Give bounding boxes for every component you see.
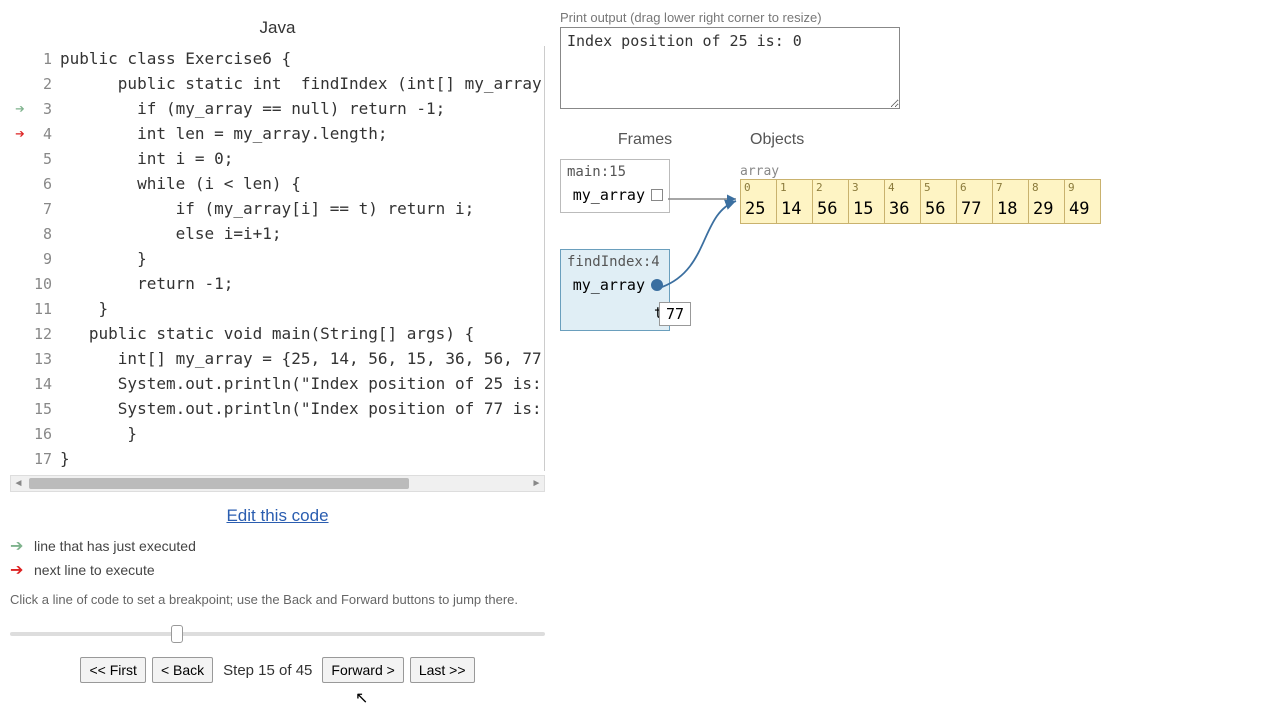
pointer-dot-icon bbox=[651, 279, 663, 291]
array-cell: 949 bbox=[1065, 180, 1101, 224]
visualization-area: main:15 my_array findIndex:4 my_array t … bbox=[560, 159, 1270, 459]
code-line[interactable]: 5 int i = 0; bbox=[10, 146, 544, 171]
scroll-left-icon[interactable]: ◄ bbox=[11, 476, 26, 491]
array-cell: 829 bbox=[1029, 180, 1065, 224]
frame-find-title: findIndex:4 bbox=[567, 254, 663, 270]
slider-thumb[interactable] bbox=[171, 625, 183, 643]
edit-code-link[interactable]: Edit this code bbox=[226, 506, 328, 525]
array-cell: 025 bbox=[741, 180, 777, 224]
step-slider[interactable] bbox=[10, 623, 545, 643]
breakpoint-hint: Click a line of code to set a breakpoint… bbox=[10, 592, 545, 607]
array-cell: 256 bbox=[813, 180, 849, 224]
pointer-dot-icon bbox=[651, 189, 663, 201]
language-header: Java bbox=[10, 10, 545, 46]
code-line[interactable]: 14 System.out.println("Index position of… bbox=[10, 371, 544, 396]
step-counter: Step 15 of 45 bbox=[219, 662, 316, 679]
frame-main-var: my_array bbox=[573, 186, 645, 204]
array-cell: 718 bbox=[993, 180, 1029, 224]
t-value-box: 77 bbox=[659, 302, 691, 326]
code-line[interactable]: 12 public static void main(String[] args… bbox=[10, 321, 544, 346]
code-line[interactable]: 16 } bbox=[10, 421, 544, 446]
array-label: array bbox=[740, 164, 779, 179]
code-line[interactable]: 13 int[] my_array = {25, 14, 56, 15, 36,… bbox=[10, 346, 544, 371]
code-line[interactable]: 10 return -1; bbox=[10, 271, 544, 296]
frame-findindex: findIndex:4 my_array t 77 bbox=[560, 249, 670, 331]
array-cell: 436 bbox=[885, 180, 921, 224]
forward-button[interactable]: Forward > bbox=[322, 657, 403, 683]
array-object: 025114256315436556677718829949 bbox=[740, 179, 1101, 224]
frame-main: main:15 my_array bbox=[560, 159, 670, 213]
frame-main-title: main:15 bbox=[567, 164, 663, 180]
code-listing[interactable]: 1public class Exercise6 {2 public static… bbox=[10, 46, 545, 471]
objects-header: Objects bbox=[730, 131, 804, 149]
code-line[interactable]: 6 while (i < len) { bbox=[10, 171, 544, 196]
frame-find-var1: my_array bbox=[573, 276, 645, 294]
code-line[interactable]: 9 } bbox=[10, 246, 544, 271]
code-line[interactable]: 1public class Exercise6 { bbox=[10, 46, 544, 71]
code-line[interactable]: ➔3 if (my_array == null) return -1; bbox=[10, 96, 544, 121]
array-cell: 677 bbox=[957, 180, 993, 224]
code-line[interactable]: 17} bbox=[10, 446, 544, 471]
prev-line-arrow-icon: ➔ bbox=[10, 536, 28, 556]
code-line[interactable]: 2 public static int findIndex (int[] my_… bbox=[10, 71, 544, 96]
array-cell: 114 bbox=[777, 180, 813, 224]
array-cell: 315 bbox=[849, 180, 885, 224]
prev-line-legend: line that has just executed bbox=[34, 538, 196, 554]
next-line-arrow-icon: ➔ bbox=[10, 560, 28, 580]
next-line-legend: next line to execute bbox=[34, 562, 155, 578]
back-button[interactable]: < Back bbox=[152, 657, 213, 683]
code-line[interactable]: 15 System.out.println("Index position of… bbox=[10, 396, 544, 421]
code-line[interactable]: 7 if (my_array[i] == t) return i; bbox=[10, 196, 544, 221]
code-line[interactable]: 8 else i=i+1; bbox=[10, 221, 544, 246]
code-line[interactable]: 11 } bbox=[10, 296, 544, 321]
code-line[interactable]: ➔4 int len = my_array.length; bbox=[10, 121, 544, 146]
last-button[interactable]: Last >> bbox=[410, 657, 475, 683]
scroll-right-icon[interactable]: ► bbox=[529, 476, 544, 491]
code-horizontal-scrollbar[interactable]: ◄ ► bbox=[10, 475, 545, 492]
output-box[interactable]: Index position of 25 is: 0 bbox=[560, 27, 900, 109]
frames-header: Frames bbox=[560, 131, 730, 149]
array-cell: 556 bbox=[921, 180, 957, 224]
output-label: Print output (drag lower right corner to… bbox=[560, 10, 1270, 25]
first-button[interactable]: << First bbox=[80, 657, 145, 683]
scroll-thumb[interactable] bbox=[29, 478, 409, 489]
